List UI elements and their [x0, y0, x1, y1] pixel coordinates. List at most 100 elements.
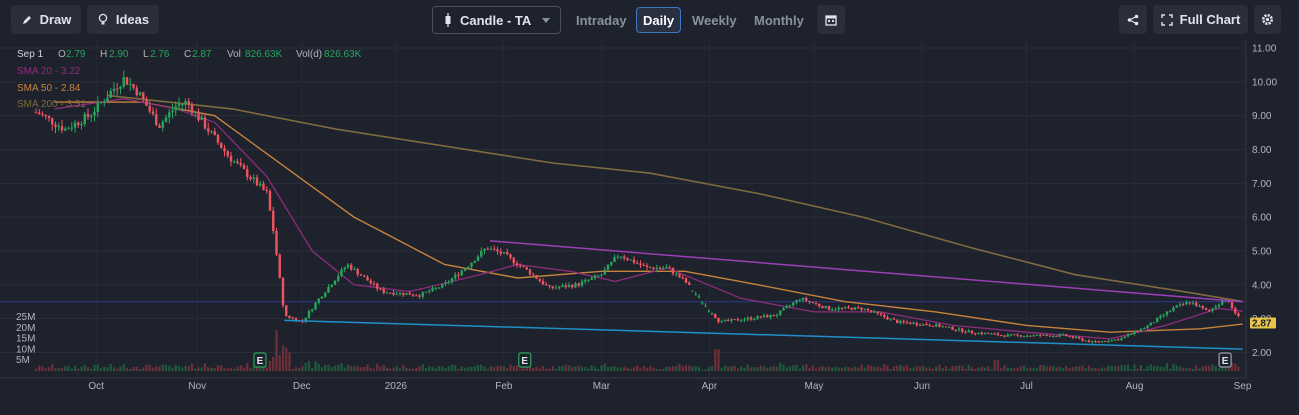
volume-bar [853, 366, 857, 371]
share-button[interactable] [1119, 5, 1147, 34]
volume-bar [636, 365, 639, 371]
volume-bar [935, 366, 938, 371]
candle-body [925, 324, 928, 326]
volume-bar [844, 366, 847, 371]
volume-bar [129, 368, 132, 371]
volume-bar [1003, 365, 1006, 371]
volume-bar [389, 368, 392, 371]
volume-bar [499, 365, 502, 371]
candle-body [714, 313, 717, 318]
candle-body [902, 320, 905, 323]
volume-bar [1204, 365, 1208, 371]
candle-body [883, 314, 886, 317]
settings-button[interactable] [1254, 5, 1281, 34]
candle-body [522, 265, 525, 267]
candle-body [80, 124, 83, 126]
tab-daily[interactable]: Daily [636, 7, 682, 33]
volume-bar [1159, 366, 1162, 371]
candle-body [528, 269, 532, 275]
candle-body [782, 308, 785, 311]
candle-body [1104, 341, 1107, 343]
volume-bar [740, 366, 743, 371]
volume-bar [801, 365, 805, 371]
candle-body [525, 266, 528, 270]
volume-bar [684, 365, 688, 371]
candle-body [704, 305, 707, 307]
volume-bar [632, 367, 636, 371]
volume-bar [1169, 368, 1172, 371]
earnings-markers[interactable]: EEE [253, 352, 1232, 368]
calendar-button[interactable] [817, 5, 845, 34]
volume-bar [892, 366, 896, 371]
candle-body [928, 325, 931, 327]
chart-type-dropdown[interactable]: Candle - TA [432, 6, 561, 34]
candle-body [317, 298, 320, 303]
pencil-icon [22, 15, 31, 24]
candle-body [421, 292, 424, 297]
candle-body [103, 101, 106, 103]
candle-body [769, 314, 772, 318]
candle-body [779, 310, 782, 316]
ohlc-legend: Sep 1 O 2.79 H 2.90 L 2.76 C 2.87 Vol 82… [17, 49, 362, 110]
volume-bar [1113, 366, 1117, 371]
candle-body [255, 177, 259, 186]
candle-body [437, 287, 441, 289]
draw-label: Draw [39, 12, 72, 27]
x-tick-label: Mar [593, 381, 611, 392]
volume-bar [301, 365, 304, 371]
candle-body [454, 274, 457, 279]
ideas-button[interactable]: Ideas [87, 5, 159, 34]
candle-body [1143, 327, 1146, 329]
volume-bar [886, 365, 889, 371]
candle-body [603, 269, 606, 275]
candle-body [554, 287, 558, 289]
tab-weekly[interactable]: Weekly [686, 7, 743, 33]
candle-body [262, 183, 265, 190]
volume-bar [142, 367, 145, 371]
candle-body [125, 77, 129, 85]
candle-body [363, 275, 366, 277]
candle-body [1139, 328, 1143, 332]
candle-body [688, 282, 691, 285]
candle-body [977, 332, 980, 334]
volume-bar [379, 366, 382, 371]
candle-body [1133, 330, 1136, 334]
candle-body [840, 307, 844, 309]
candle-body [77, 122, 80, 126]
tab-monthly[interactable]: Monthly [748, 7, 810, 33]
draw-button[interactable]: Draw [11, 5, 81, 34]
candle-body [408, 293, 411, 295]
x-tick-label: Aug [1126, 381, 1144, 392]
volume-bar [359, 367, 363, 371]
volume-bar [941, 367, 944, 371]
candle-body [658, 267, 662, 269]
volume-bar [307, 360, 311, 371]
candle-body [1058, 334, 1061, 337]
volume-bar [850, 367, 853, 371]
candle-body [600, 274, 603, 276]
tab-intraday[interactable]: Intraday [570, 7, 633, 33]
volume-bar [1201, 366, 1204, 371]
candle-body [681, 277, 684, 279]
candle-body [288, 315, 291, 318]
candle-body [652, 267, 655, 270]
candle-body [60, 126, 64, 131]
volume-bar [1045, 366, 1048, 371]
volume-bar [119, 366, 122, 371]
candle-body [278, 254, 281, 278]
volume-bar [993, 360, 996, 371]
volume-bar [925, 367, 928, 371]
trendlines[interactable] [284, 240, 1243, 350]
volume-bar [353, 366, 356, 371]
stock-chart[interactable]: EEE 11.0010.009.008.007.006.005.004.003.… [0, 40, 1299, 415]
candle-body [1097, 341, 1100, 343]
candle-body [333, 280, 337, 285]
full-chart-button[interactable]: Full Chart [1153, 5, 1248, 34]
legend-vold-label: Vol(d) [296, 49, 322, 60]
candle-body [1211, 308, 1214, 311]
share-icon [1127, 14, 1139, 25]
volume-bar [177, 365, 181, 371]
candle-body [226, 151, 229, 156]
candle-body [974, 333, 977, 335]
candle-body [311, 309, 314, 312]
